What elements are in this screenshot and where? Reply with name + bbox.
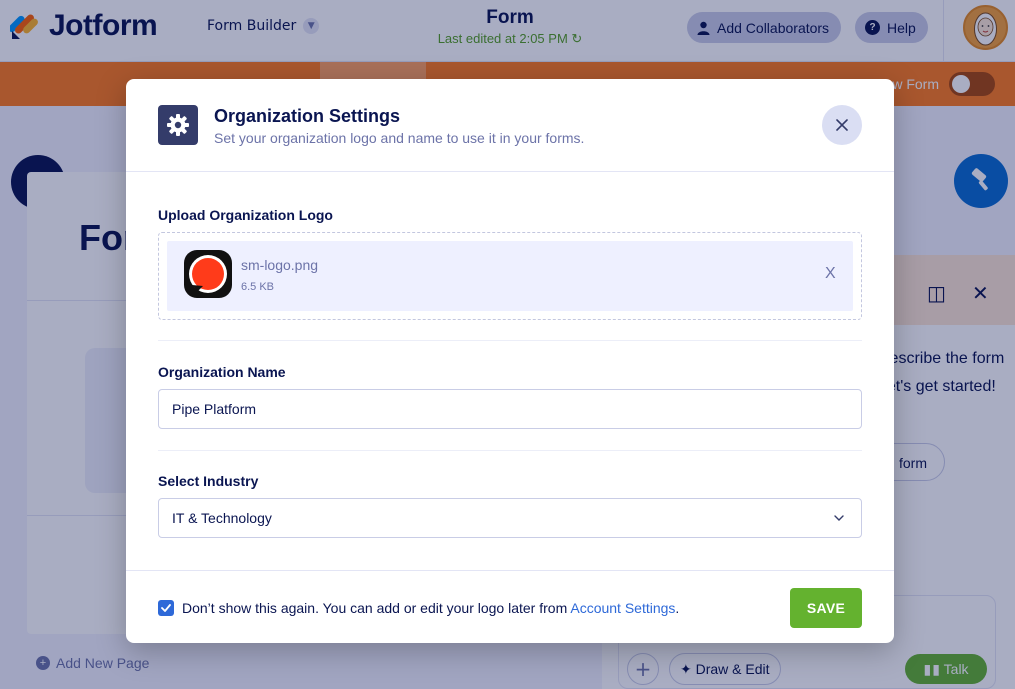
select-industry-label: Select Industry [158, 473, 259, 489]
organization-settings-modal: Organization Settings Set your organizat… [126, 79, 894, 643]
gear-icon-svg [167, 114, 189, 136]
dont-show-again-label: Don’t show this again. You can add or ed… [182, 600, 679, 616]
gear-icon [158, 105, 198, 145]
modal-subtitle: Set your organization logo and name to u… [214, 130, 585, 146]
logo-upload-dropzone[interactable]: sm-logo.png 6.5 KB X [158, 232, 862, 320]
close-icon [836, 119, 848, 131]
close-modal-button[interactable] [822, 105, 862, 145]
modal-header: Organization Settings Set your organizat… [126, 79, 894, 172]
divider [158, 340, 862, 341]
modal-title: Organization Settings [214, 106, 401, 126]
industry-select[interactable]: IT & Technology [158, 498, 862, 538]
divider [158, 450, 862, 451]
sentence-period: . [675, 600, 680, 616]
organization-name-input[interactable]: Pipe Platform [158, 389, 862, 429]
file-size: 6.5 KB [241, 281, 275, 293]
save-button[interactable]: SAVE [790, 588, 862, 628]
checkmark-icon [161, 604, 171, 612]
chevron-down-icon [834, 515, 844, 521]
uploaded-file-card: sm-logo.png 6.5 KB X [167, 241, 853, 311]
industry-selected-value: IT & Technology [172, 510, 272, 526]
logo-thumbnail [184, 250, 232, 298]
account-settings-link[interactable]: Account Settings [570, 600, 675, 616]
modal-footer: Don’t show this again. You can add or ed… [126, 570, 894, 643]
organization-name-label: Organization Name [158, 364, 286, 380]
file-name: sm-logo.png [241, 257, 319, 273]
dont-show-again-text: Don’t show this again. You can add or ed… [182, 600, 568, 616]
dont-show-again-checkbox[interactable] [158, 600, 174, 616]
upload-logo-label: Upload Organization Logo [158, 207, 333, 223]
remove-file-button[interactable]: X [825, 265, 836, 283]
